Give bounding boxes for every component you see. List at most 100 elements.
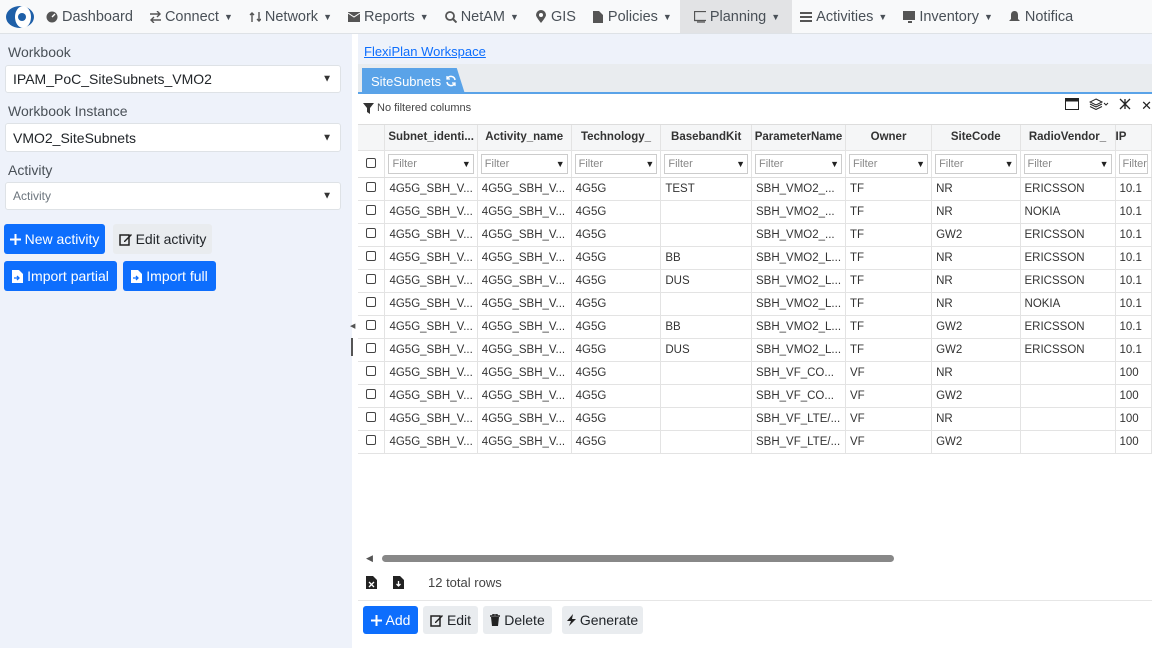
cell-parametername: SBH_VMO2_L... (751, 315, 847, 339)
caret-down-icon: ▼ (323, 11, 332, 22)
filter-input-owner[interactable]: Filter ▼ (849, 153, 929, 174)
splitter-grip[interactable] (351, 338, 353, 356)
filter-dropdown-icon[interactable]: ▼ (1100, 159, 1109, 169)
panel-splitter[interactable]: ◀ (350, 320, 355, 360)
filter-input-activity-name[interactable]: Filter ▼ (480, 153, 568, 174)
filter-input-technology[interactable]: Filter ▼ (574, 153, 658, 174)
nav-connect[interactable]: Connect ▼ (141, 0, 241, 33)
generate-button[interactable]: Generate (562, 606, 643, 634)
filter-input-basebandkit[interactable]: Filter ▼ (664, 153, 748, 174)
table-row[interactable]: 4G5G_SBH_V... 4G5G_SBH_V... 4G5G SBH_VMO2_.… (358, 200, 1152, 224)
export-excel-icon[interactable] (366, 575, 377, 589)
filter-dropdown-icon[interactable]: ▼ (556, 159, 565, 169)
table-row[interactable]: 4G5G_SBH_V... 4G5G_SBH_V... 4G5G TEST SBH_VM… (358, 177, 1152, 201)
nav-dashboard[interactable]: Dashboard (40, 0, 141, 33)
row-checkbox[interactable] (366, 251, 377, 261)
cell-basebandkit (660, 384, 752, 408)
row-checkbox[interactable] (366, 182, 377, 192)
column-header-basebandkit[interactable]: BasebandKit (660, 125, 752, 151)
filter-dropdown-icon[interactable]: ▼ (736, 159, 745, 169)
filter-dropdown-icon[interactable]: ▼ (462, 159, 471, 169)
filter-input-radiovendor[interactable]: Filter ▼ (1023, 153, 1112, 174)
filter-dropdown-icon[interactable]: ▼ (645, 159, 654, 169)
table-row[interactable]: 4G5G_SBH_V... 4G5G_SBH_V... 4G5G SBH_VF_CO.… (358, 361, 1152, 385)
table-row[interactable]: 4G5G_SBH_V... 4G5G_SBH_V... 4G5G BB SBH_VMO2… (358, 315, 1152, 339)
top-navbar: Dashboard Connect ▼ Network ▼ Reports ▼ NetAM ▼ G… (0, 0, 1152, 34)
filter-dropdown-icon[interactable]: ▼ (830, 159, 839, 169)
horizontal-scrollbar[interactable]: ◀ (366, 553, 1152, 563)
table-row[interactable]: 4G5G_SBH_V... 4G5G_SBH_V... 4G5G SBH_VMO2_.… (358, 223, 1152, 247)
workbook-select[interactable]: IPAM_PoC_SiteSubnets_VMO2 ▼ (5, 65, 341, 93)
column-header-radiovendor[interactable]: RadioVendor_ (1020, 125, 1116, 151)
column-header-activity-name[interactable]: Activity_name (477, 125, 572, 151)
layers-icon[interactable] (1089, 98, 1109, 114)
scroll-left-icon[interactable]: ◀ (366, 553, 373, 564)
table-row[interactable]: 4G5G_SBH_V... 4G5G_SBH_V... 4G5G SBH_VMO2_L… (358, 292, 1152, 316)
row-checkbox[interactable] (366, 274, 377, 284)
add-button[interactable]: Add (363, 606, 418, 634)
row-checkbox[interactable] (366, 389, 377, 399)
filter-input-ip[interactable]: Filter (1118, 153, 1148, 174)
row-checkbox[interactable] (366, 205, 377, 215)
filter-input-subnet-identifier[interactable]: Filter ▼ (388, 153, 474, 174)
panel-toggle-icon[interactable] (1065, 98, 1080, 114)
refresh-icon[interactable] (445, 75, 457, 87)
column-header-technology[interactable]: Technology_ (571, 125, 662, 151)
table-row[interactable]: 4G5G_SBH_V... 4G5G_SBH_V... 4G5G SBH_VF_LTE… (358, 407, 1152, 431)
select-all-checkbox[interactable] (366, 157, 377, 168)
nav-reports[interactable]: Reports ▼ (340, 0, 437, 33)
table-row[interactable]: 4G5G_SBH_V... 4G5G_SBH_V... 4G5G SBH_VF_CO.… (358, 384, 1152, 408)
column-header-ip[interactable]: IP (1115, 125, 1152, 151)
nav-planning[interactable]: Planning ▼ (679, 0, 793, 33)
filter-input-sitecode[interactable]: Filter ▼ (935, 153, 1017, 174)
filter-dropdown-icon[interactable]: ▼ (916, 159, 925, 169)
filter-input-parametername[interactable]: Filter ▼ (755, 153, 843, 174)
nav-network[interactable]: Network ▼ (241, 0, 340, 33)
row-select-cell (358, 223, 386, 247)
columns-icon[interactable] (1119, 98, 1131, 114)
row-checkbox[interactable] (366, 297, 377, 307)
download-icon[interactable] (393, 575, 404, 589)
column-header-owner[interactable]: Owner (845, 125, 933, 151)
delete-button[interactable]: Delete (483, 606, 552, 634)
row-checkbox[interactable] (366, 366, 377, 376)
row-checkbox[interactable] (366, 435, 377, 445)
app-logo[interactable] (0, 0, 40, 33)
row-checkbox[interactable] (366, 343, 377, 353)
cell-sitecode: GW2 (931, 315, 1021, 339)
nav-activities[interactable]: Activities ▼ (792, 0, 895, 33)
flexiplan-workspace-link[interactable]: FlexiPlan Workspace (364, 44, 486, 59)
cell-technology: 4G5G (571, 407, 662, 431)
nav-policies[interactable]: Policies ▼ (584, 0, 680, 33)
tab-sitesubnets[interactable]: SiteSubnets (362, 68, 465, 94)
workbook-instance-select[interactable]: VMO2_SiteSubnets ▼ (5, 123, 341, 152)
nav-gis[interactable]: GIS (527, 0, 584, 33)
column-header-subnet-identifier[interactable]: Subnet_identi... (384, 125, 478, 151)
table-row[interactable]: 4G5G_SBH_V... 4G5G_SBH_V... 4G5G DUS SBH_VMO… (358, 338, 1152, 362)
table-row[interactable]: 4G5G_SBH_V... 4G5G_SBH_V... 4G5G BB SBH_VMO2… (358, 246, 1152, 270)
column-header-parametername[interactable]: ParameterName (751, 125, 847, 151)
cell-activity-name: 4G5G_SBH_V... (477, 177, 572, 201)
collapse-left-icon[interactable]: ◀ (350, 322, 355, 330)
column-header-sitecode[interactable]: SiteCode (931, 125, 1021, 151)
cell-technology: 4G5G (571, 223, 662, 247)
edit-button[interactable]: Edit (423, 606, 478, 634)
scrollbar-thumb[interactable] (382, 555, 894, 562)
import-partial-button[interactable]: Import partial (4, 261, 117, 291)
filter-dropdown-icon[interactable]: ▼ (1005, 159, 1014, 169)
nav-inventory[interactable]: Inventory ▼ (895, 0, 1001, 33)
chevron-down-icon: ▼ (322, 132, 332, 143)
new-activity-button[interactable]: New activity (4, 224, 105, 254)
row-checkbox[interactable] (366, 228, 377, 238)
caret-down-icon: ▼ (983, 11, 993, 22)
nav-notifications[interactable]: Notifica (1001, 0, 1081, 33)
table-row[interactable]: 4G5G_SBH_V... 4G5G_SBH_V... 4G5G SBH_VF_LTE… (358, 430, 1152, 454)
import-full-button[interactable]: Import full (123, 261, 216, 291)
close-icon[interactable]: ✕ (1141, 98, 1152, 114)
table-row[interactable]: 4G5G_SBH_V... 4G5G_SBH_V... 4G5G DUS SBH_VMO… (358, 269, 1152, 293)
activity-select[interactable]: Activity ▼ (5, 182, 341, 210)
row-checkbox[interactable] (366, 320, 377, 330)
row-checkbox[interactable] (366, 412, 377, 422)
nav-netam[interactable]: NetAM ▼ (437, 0, 527, 33)
edit-activity-button[interactable]: Edit activity (113, 224, 212, 254)
